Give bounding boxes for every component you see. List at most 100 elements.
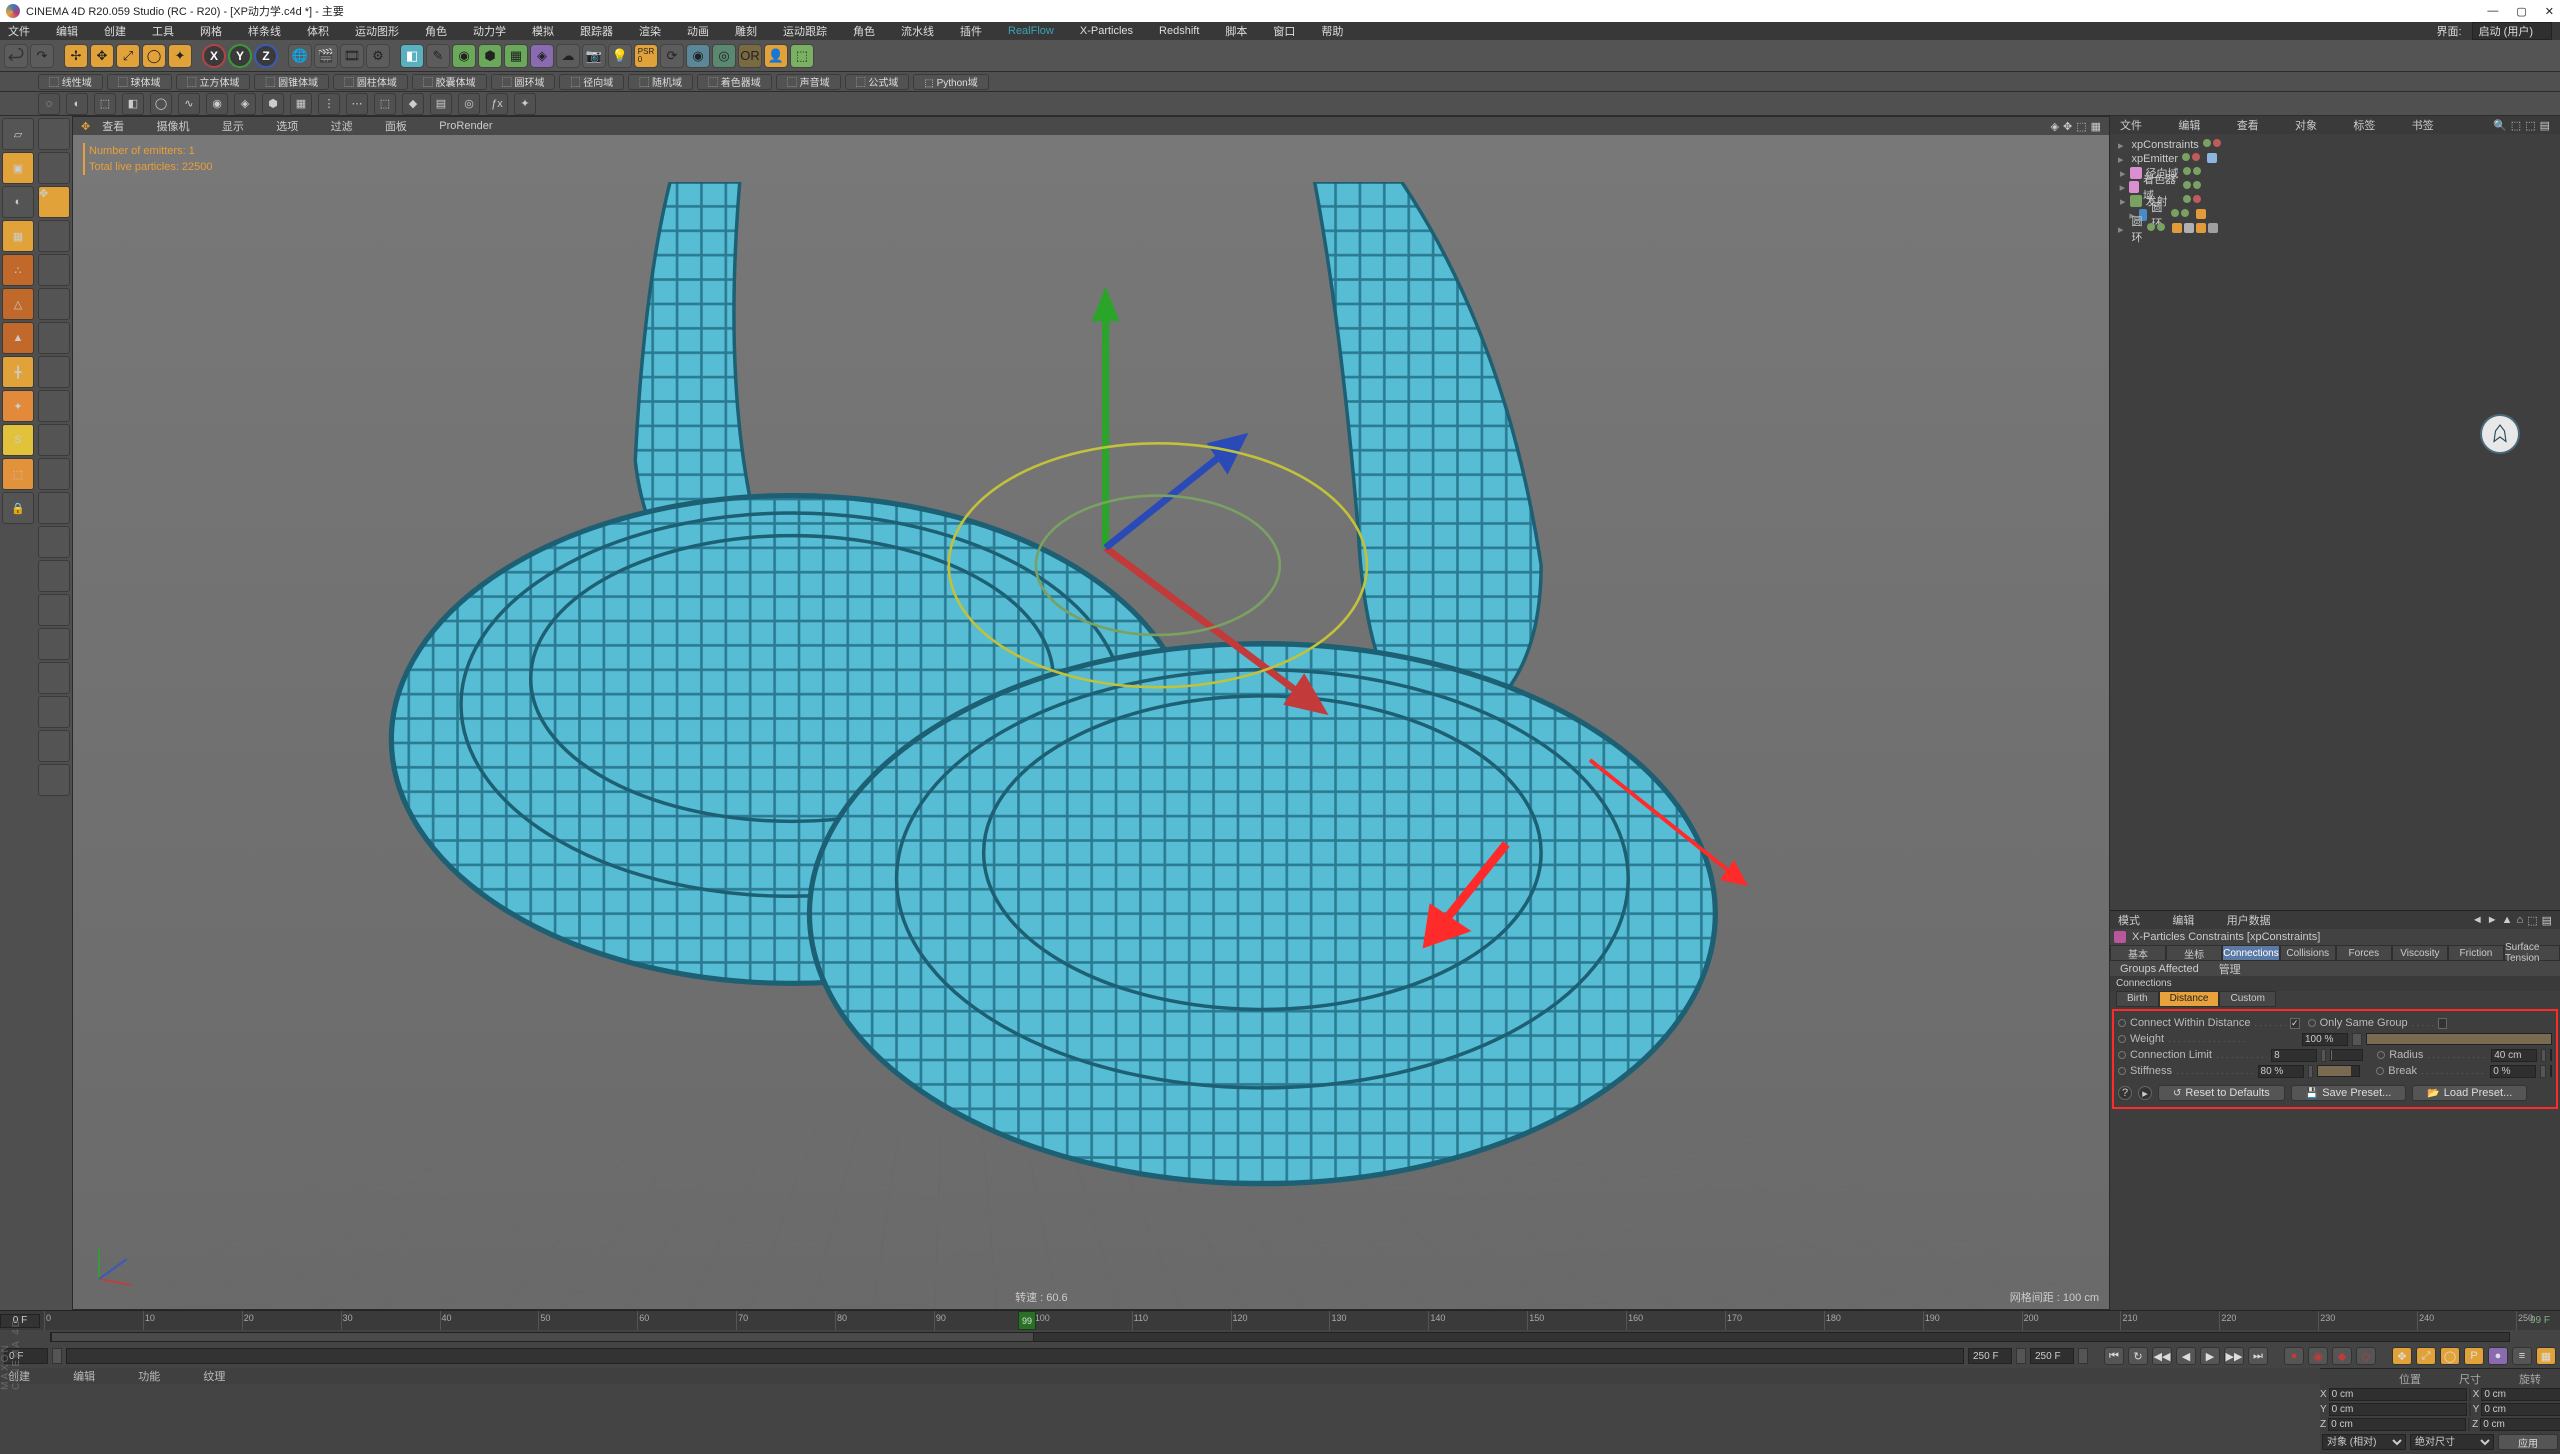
world-coord-icon[interactable]: 🌐 — [288, 44, 312, 68]
help-icon[interactable]: 👤 — [764, 44, 788, 68]
field-icon[interactable]: ◈ — [234, 93, 256, 115]
video-circle-icon[interactable]: ▸ — [2138, 1086, 2152, 1100]
help-circle-icon[interactable]: ? — [2118, 1086, 2132, 1100]
select-ring-icon[interactable] — [38, 288, 70, 320]
select-h-icon[interactable] — [38, 696, 70, 728]
range-track[interactable] — [66, 1348, 1964, 1364]
record-button[interactable]: ● — [2284, 1347, 2304, 1365]
add-pen-icon[interactable]: ✎ — [426, 44, 450, 68]
viewport-move-icon[interactable]: ✥ — [81, 120, 90, 133]
attr-lock-icon[interactable]: ▤ — [2542, 914, 2552, 927]
select-d-icon[interactable] — [38, 560, 70, 592]
content-browser-icon[interactable]: ◎ — [712, 44, 736, 68]
coord-size-input[interactable] — [2481, 1403, 2560, 1416]
coord-size-input[interactable] — [2481, 1388, 2560, 1401]
add-light-icon[interactable]: 💡 — [608, 44, 632, 68]
load-preset-button[interactable]: 📂 Load Preset... — [2412, 1085, 2527, 1101]
redo-button[interactable]: ↷ — [30, 44, 54, 68]
field-type-button[interactable]: ⬚ 球体域 — [107, 74, 172, 90]
key-sel-button[interactable]: ◇ — [2356, 1347, 2376, 1365]
tree-item[interactable]: ▸着色器域 — [2114, 180, 2556, 194]
menu-item[interactable]: 帮助 — [1321, 23, 1343, 39]
field-type-button[interactable]: ⬚ 圆柱体域 — [333, 74, 408, 90]
om-tab[interactable]: 文件 — [2120, 117, 2142, 133]
step-back-button[interactable]: ◀ — [2176, 1347, 2196, 1365]
menu-item[interactable]: 窗口 — [1273, 23, 1295, 39]
volume-icon[interactable]: ◉ — [686, 44, 710, 68]
render-view-icon[interactable]: 🎬 — [314, 44, 338, 68]
field-icon[interactable]: ⬢ — [262, 93, 284, 115]
menu-item[interactable]: 插件 — [960, 23, 982, 39]
range-end-spinner[interactable] — [2016, 1348, 2026, 1364]
status-item[interactable]: 纹理 — [203, 1368, 225, 1384]
keyframe-button[interactable]: ◆ — [2332, 1347, 2352, 1365]
param-osg-checkbox[interactable] — [2438, 1018, 2448, 1029]
select-f-icon[interactable] — [38, 628, 70, 660]
attr-tab[interactable]: Friction — [2448, 945, 2504, 961]
select-live-icon[interactable]: ✥ — [38, 186, 70, 218]
field-icon[interactable]: ◉ — [206, 93, 228, 115]
poly-mode-icon[interactable]: ▲ — [2, 322, 34, 354]
coord-mode-select[interactable]: 对象 (相对) — [2322, 1434, 2406, 1450]
field-type-button[interactable]: ⬚ 立方体域 — [176, 74, 251, 90]
field-type-button[interactable]: ⬚ 圆环域 — [491, 74, 556, 90]
prev-key-button[interactable]: ◀◀ — [2152, 1347, 2172, 1365]
param-stiff-slider[interactable] — [2317, 1065, 2360, 1077]
field-icon[interactable]: ◆ — [402, 93, 424, 115]
vp-nav-2-icon[interactable]: ✥ — [2063, 120, 2072, 133]
attr-tab[interactable]: Connections — [2222, 945, 2280, 961]
y-axis-toggle[interactable]: Y — [228, 44, 252, 68]
model-mode-icon[interactable]: ▣ — [2, 152, 34, 184]
param-weight-input[interactable] — [2302, 1033, 2348, 1046]
select-path-icon[interactable] — [38, 390, 70, 422]
field-type-button[interactable]: ⬚ Python域 — [913, 74, 988, 90]
add-array-icon[interactable]: ▦ — [504, 44, 528, 68]
attr-tab[interactable]: Viscosity — [2392, 945, 2448, 961]
autokey-button[interactable]: ◉ — [2308, 1347, 2328, 1365]
last-tool-icon[interactable]: ✦ — [168, 44, 192, 68]
undo-button[interactable] — [4, 44, 28, 68]
select-poly-icon[interactable] — [38, 220, 70, 252]
menu-item[interactable]: 跟踪器 — [580, 23, 613, 39]
field-icon[interactable]: ◎ — [458, 93, 480, 115]
menu-item[interactable]: 编辑 — [56, 23, 78, 39]
menu-item[interactable]: 创建 — [104, 23, 126, 39]
menu-item[interactable]: 角色 — [853, 23, 875, 39]
param-climit-input[interactable] — [2271, 1049, 2317, 1062]
add-environment-icon[interactable]: ☁ — [556, 44, 580, 68]
field-icon[interactable]: ◧ — [122, 93, 144, 115]
status-item[interactable]: 功能 — [138, 1368, 160, 1384]
viewport-menu-item[interactable]: ProRender — [439, 120, 492, 132]
attr-tab[interactable]: 坐标 — [2166, 945, 2222, 961]
move-tool-icon[interactable]: ✥ — [90, 44, 114, 68]
reset-psr-icon[interactable]: ⟳ — [660, 44, 684, 68]
attr-home-icon[interactable]: ⌂ — [2517, 914, 2524, 927]
tree-item[interactable]: ▸径向域 — [2114, 166, 2556, 180]
menu-item[interactable]: 文件 — [8, 23, 30, 39]
render-settings-icon[interactable]: ⚙ — [366, 44, 390, 68]
vp-nav-1-icon[interactable]: ◈ — [2051, 120, 2059, 133]
vp-nav-3-icon[interactable]: ⬚ — [2076, 120, 2086, 133]
range-end-field-2[interactable]: 250 F — [2030, 1348, 2074, 1364]
tree-item[interactable]: ▸发射 — [2114, 194, 2556, 208]
param-radius-slider[interactable] — [2550, 1049, 2552, 1061]
menu-item[interactable]: RealFlow — [1008, 25, 1054, 37]
select-rect-icon[interactable] — [38, 118, 70, 150]
step-fwd-button[interactable]: ▶▶ — [2224, 1347, 2244, 1365]
point-mode-icon[interactable]: ∴ — [2, 254, 34, 286]
menu-item[interactable]: 渲染 — [639, 23, 661, 39]
timeline-playhead[interactable]: 99 — [1018, 1311, 1036, 1330]
attr-sub-manage[interactable]: 管理 — [2209, 961, 2251, 977]
status-item[interactable]: 编辑 — [73, 1368, 95, 1384]
om-tab[interactable]: 编辑 — [2178, 117, 2200, 133]
add-nurbs-icon[interactable]: ◉ — [452, 44, 476, 68]
texture-mode-icon[interactable]: ◐ — [2, 186, 34, 218]
param-stiff-input[interactable] — [2258, 1065, 2304, 1078]
tree-item[interactable]: ▸圆环 — [2114, 222, 2556, 236]
field-type-button[interactable]: ⬚ 径向域 — [559, 74, 624, 90]
anim-list-icon[interactable]: ≡ — [2512, 1347, 2532, 1365]
field-icon[interactable]: ⋮ — [318, 93, 340, 115]
select-i-icon[interactable] — [38, 730, 70, 762]
object-manager[interactable]: ▸xpConstraints ▸xpEmitter ▸径向域 ▸着色器域 ▸发射… — [2110, 134, 2560, 910]
open-recent-icon[interactable]: OR — [738, 44, 762, 68]
